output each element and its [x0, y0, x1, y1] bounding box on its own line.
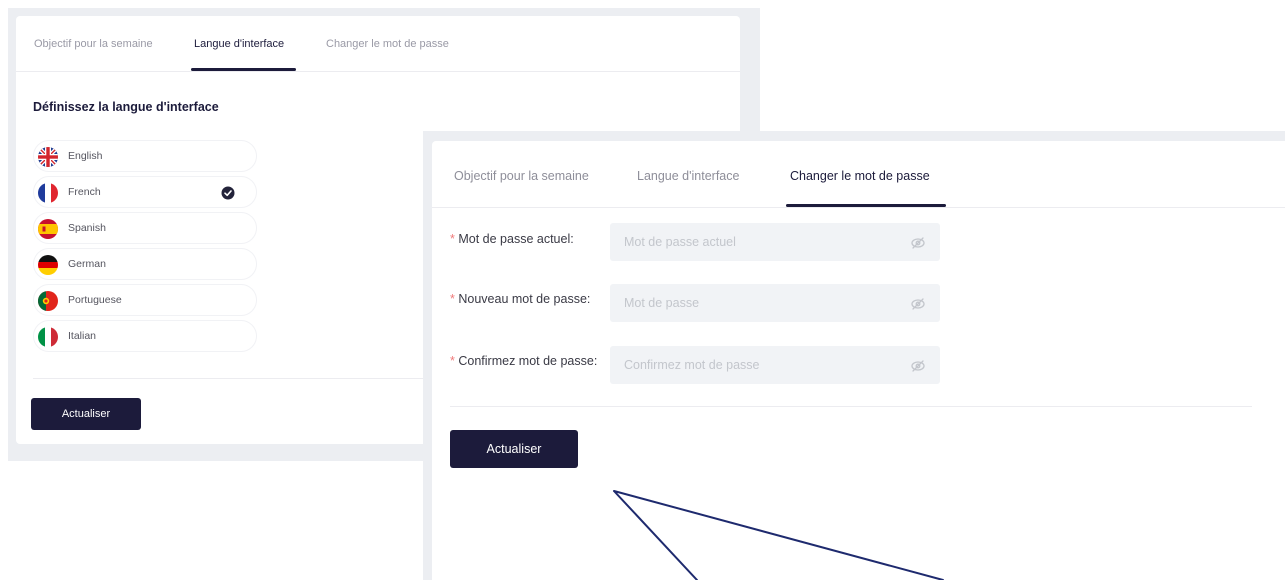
new-password-input[interactable]	[610, 284, 940, 322]
required-marker: *	[450, 232, 455, 246]
current-password-label: * Mot de passe actuel:	[450, 232, 574, 246]
france-flag-icon	[38, 183, 58, 203]
tab-change-password[interactable]: Changer le mot de passe	[326, 38, 449, 50]
language-option-german[interactable]: German	[33, 248, 257, 280]
new-password-label: * Nouveau mot de passe:	[450, 292, 591, 306]
tab-weekly-goal[interactable]: Objectif pour la semaine	[454, 169, 589, 183]
active-tab-indicator	[786, 204, 946, 207]
current-password-input[interactable]	[610, 223, 940, 261]
tab-bar: Objectif pour la semaine Langue d'interf…	[16, 16, 740, 72]
germany-flag-icon	[38, 255, 58, 275]
eye-off-icon[interactable]	[910, 296, 926, 312]
change-password-card: Objectif pour la semaine Langue d'interf…	[432, 141, 1285, 580]
confirm-password-label: * Confirmez mot de passe:	[450, 354, 598, 368]
uk-flag-icon	[38, 147, 58, 167]
language-label: English	[68, 150, 103, 162]
required-marker: *	[450, 354, 455, 368]
tab-weekly-goal[interactable]: Objectif pour la semaine	[34, 38, 153, 50]
required-marker: *	[450, 292, 455, 306]
portugal-flag-icon	[38, 291, 58, 311]
eye-off-icon[interactable]	[910, 358, 926, 374]
language-label: Italian	[68, 330, 97, 342]
update-password-button[interactable]: Actualiser	[450, 430, 578, 468]
language-label: French	[68, 186, 101, 198]
form-divider	[450, 406, 1252, 407]
tab-interface-language[interactable]: Langue d'interface	[194, 38, 284, 50]
language-option-english[interactable]: English	[33, 140, 257, 172]
active-tab-indicator	[191, 68, 296, 71]
tab-bar: Objectif pour la semaine Langue d'interf…	[432, 141, 1285, 208]
italy-flag-icon	[38, 327, 58, 347]
selected-check-icon	[221, 186, 235, 200]
language-option-italian[interactable]: Italian	[33, 320, 257, 352]
language-label: Portuguese	[68, 294, 122, 306]
language-option-portuguese[interactable]: Portuguese	[33, 284, 257, 316]
language-label: Spanish	[68, 222, 106, 234]
spain-flag-icon	[38, 219, 58, 239]
tab-change-password[interactable]: Changer le mot de passe	[790, 169, 930, 183]
confirm-password-input[interactable]	[610, 346, 940, 384]
language-option-french[interactable]: French	[33, 176, 257, 208]
section-heading: Définissez la langue d'interface	[33, 100, 219, 114]
tab-interface-language[interactable]: Langue d'interface	[637, 169, 739, 183]
language-option-spanish[interactable]: Spanish	[33, 212, 257, 244]
language-label: German	[68, 258, 106, 270]
update-language-button[interactable]: Actualiser	[31, 398, 141, 430]
eye-off-icon[interactable]	[910, 235, 926, 251]
